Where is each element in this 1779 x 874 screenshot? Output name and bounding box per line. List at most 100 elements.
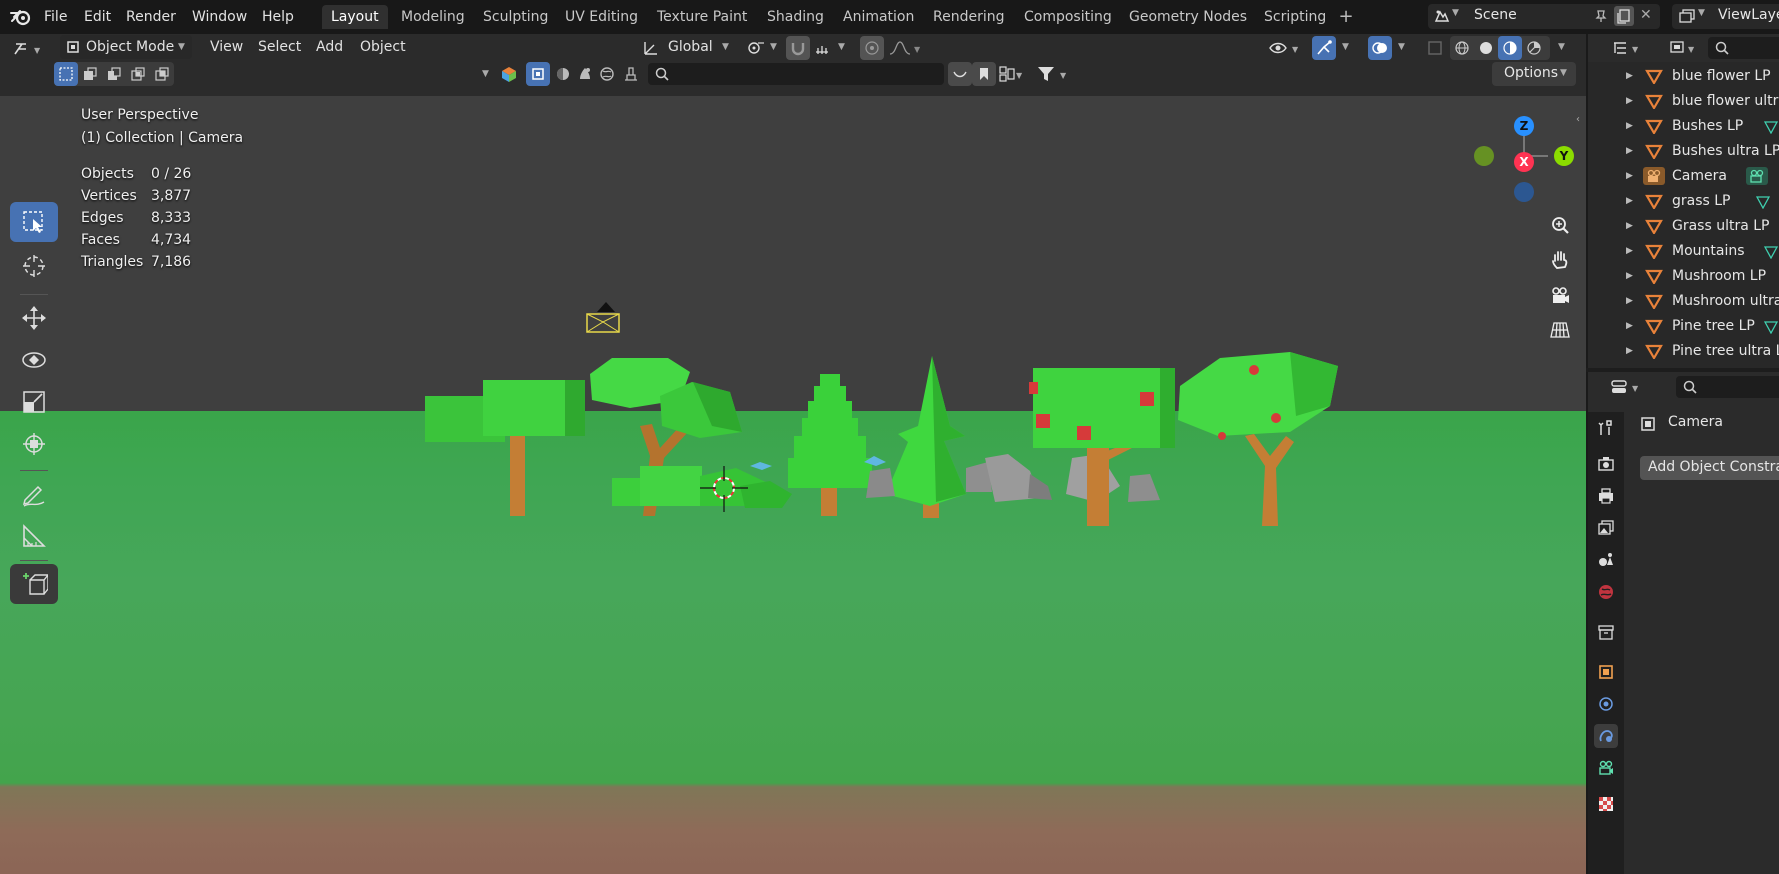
filter-object-button[interactable] [526, 62, 550, 86]
tab-object-data[interactable] [1594, 756, 1618, 780]
pan-button[interactable] [1546, 246, 1574, 274]
expand-arrow-icon[interactable]: ▶ [1626, 264, 1633, 289]
options-dropdown[interactable]: Options ▼ [1492, 62, 1576, 86]
outliner-item[interactable]: ▶ Mountains [1588, 239, 1779, 264]
outliner-editor-icon[interactable]: ▼ [1612, 40, 1646, 56]
menu-window[interactable]: Window [186, 6, 253, 28]
outliner-item[interactable]: ▶ Mushroom LP [1588, 264, 1779, 289]
tab-collection[interactable] [1594, 620, 1618, 644]
display-mode-icon[interactable]: ▼ [998, 65, 1024, 83]
properties-search-input[interactable] [1676, 376, 1779, 398]
axis-z-button[interactable]: Z [1514, 116, 1534, 136]
tool-add-cube[interactable] [10, 564, 58, 604]
cube-colored-icon[interactable] [500, 65, 518, 83]
select-intersect-button[interactable] [150, 62, 174, 86]
chevron-down-icon[interactable]: ▼ [482, 69, 489, 79]
axis-x-button[interactable]: X [1514, 152, 1534, 172]
tool-rotate[interactable] [10, 340, 58, 380]
tab-geometry-nodes[interactable]: Geometry Nodes [1120, 5, 1256, 29]
tab-scripting[interactable]: Scripting [1255, 5, 1335, 29]
visibility-icon[interactable]: ▼ [1268, 39, 1304, 57]
view-layer-name[interactable]: ViewLayer [1718, 7, 1779, 23]
expand-arrow-icon[interactable]: ▶ [1626, 289, 1633, 314]
outliner-item[interactable]: ▶ Camera [1588, 164, 1779, 189]
mesh-data-icon[interactable] [1764, 320, 1778, 334]
tool-move[interactable] [10, 298, 58, 338]
tab-object-constraints[interactable] [1594, 724, 1618, 748]
select-subtract-button[interactable] [102, 62, 126, 86]
expand-arrow-icon[interactable]: ▶ [1626, 239, 1633, 264]
snap-toggle[interactable] [786, 36, 810, 60]
camera-data-icon[interactable] [1746, 167, 1768, 185]
select-invert-button[interactable] [126, 62, 150, 86]
expand-arrow-icon[interactable]: ▶ [1626, 114, 1633, 139]
filter-toggle-a[interactable] [948, 62, 972, 86]
tool-scale[interactable] [10, 382, 58, 422]
outliner-item[interactable]: ▶ Bushes LP [1588, 114, 1779, 139]
tab-sculpting[interactable]: Sculpting [474, 5, 557, 29]
menu-help[interactable]: Help [256, 6, 300, 28]
menu-edit[interactable]: Edit [78, 6, 117, 28]
tab-texture-paint[interactable]: Texture Paint [648, 5, 756, 29]
tab-view-layer[interactable] [1594, 516, 1618, 540]
menu-view[interactable]: View [204, 35, 249, 59]
material-sphere-icon[interactable] [554, 65, 572, 83]
perspective-toggle-button[interactable] [1546, 316, 1574, 344]
mesh-data-icon[interactable] [1764, 245, 1778, 259]
scene-selector[interactable]: ▼ Scene ✕ [1428, 4, 1660, 29]
menu-select[interactable]: Select [252, 35, 307, 59]
gizmo-toggle[interactable] [1312, 36, 1336, 60]
expand-arrow-icon[interactable]: ▶ [1626, 139, 1633, 164]
outliner-item[interactable]: ▶ blue flower ultra [1588, 89, 1779, 114]
expand-arrow-icon[interactable]: ▶ [1626, 314, 1633, 339]
view-layer-selector[interactable]: ▼ ViewLayer [1672, 4, 1779, 29]
world-icon[interactable] [598, 65, 616, 83]
outliner-search-input[interactable] [1708, 37, 1779, 59]
transform-orientation-dropdown[interactable]: Global [662, 35, 719, 59]
pin-icon[interactable] [1594, 9, 1608, 23]
blender-logo-icon[interactable] [10, 7, 32, 27]
camera-view-button[interactable] [1546, 282, 1574, 310]
tab-output[interactable] [1594, 484, 1618, 508]
tool-measure[interactable] [10, 516, 58, 556]
expand-arrow-icon[interactable]: ▶ [1626, 339, 1633, 364]
close-icon[interactable]: ✕ [1640, 7, 1652, 23]
tab-texture[interactable] [1594, 792, 1618, 816]
menu-add[interactable]: Add [310, 35, 349, 59]
outliner-item[interactable]: ▶ grass LP [1588, 189, 1779, 214]
tab-scene[interactable] [1594, 548, 1618, 572]
tab-tool[interactable] [1594, 416, 1618, 440]
filter-funnel-icon[interactable]: ▼ [1036, 65, 1072, 83]
outliner-item[interactable]: ▶ Bushes ultra LP [1588, 139, 1779, 164]
tab-physics[interactable] [1594, 692, 1618, 716]
tab-object[interactable] [1594, 660, 1618, 684]
tool-transform[interactable] [10, 424, 58, 464]
overlays-toggle[interactable] [1368, 36, 1392, 60]
navigation-gizmo[interactable]: Z Y X [1470, 106, 1574, 206]
expand-arrow-icon[interactable]: ▶ [1626, 164, 1633, 189]
tab-world[interactable] [1594, 580, 1618, 604]
mode-dropdown[interactable]: Object Mode ▼ [60, 35, 192, 59]
expand-arrow-icon[interactable]: ▶ [1626, 64, 1633, 89]
tool-select-box[interactable] [10, 202, 58, 242]
tab-animation[interactable]: Animation [834, 5, 923, 29]
texture-icon[interactable] [576, 65, 594, 83]
mesh-data-icon[interactable] [1764, 120, 1778, 134]
properties-editor-icon[interactable]: ▼ [1610, 378, 1646, 396]
display-mode-icon[interactable]: ▼ [1668, 40, 1702, 56]
xray-icon[interactable] [1426, 39, 1444, 57]
3d-viewport[interactable]: User Perspective (1) Collection | Camera… [0, 96, 1586, 874]
shading-material-button[interactable] [1498, 36, 1522, 60]
expand-arrow-icon[interactable]: ▶ [1626, 89, 1633, 114]
expand-arrow-icon[interactable]: ▶ [1626, 189, 1633, 214]
bookmark-button[interactable] [972, 62, 996, 86]
tab-modeling[interactable]: Modeling [392, 5, 474, 29]
tool-annotate[interactable] [10, 474, 58, 514]
snap-increment-icon[interactable] [814, 40, 836, 56]
tab-layout[interactable]: Layout [322, 5, 388, 29]
tab-shading[interactable]: Shading [758, 5, 833, 29]
pivot-point-icon[interactable] [746, 40, 768, 56]
menu-render[interactable]: Render [120, 6, 182, 28]
shading-solid-button[interactable] [1474, 36, 1498, 60]
tab-uv-editing[interactable]: UV Editing [556, 5, 647, 29]
